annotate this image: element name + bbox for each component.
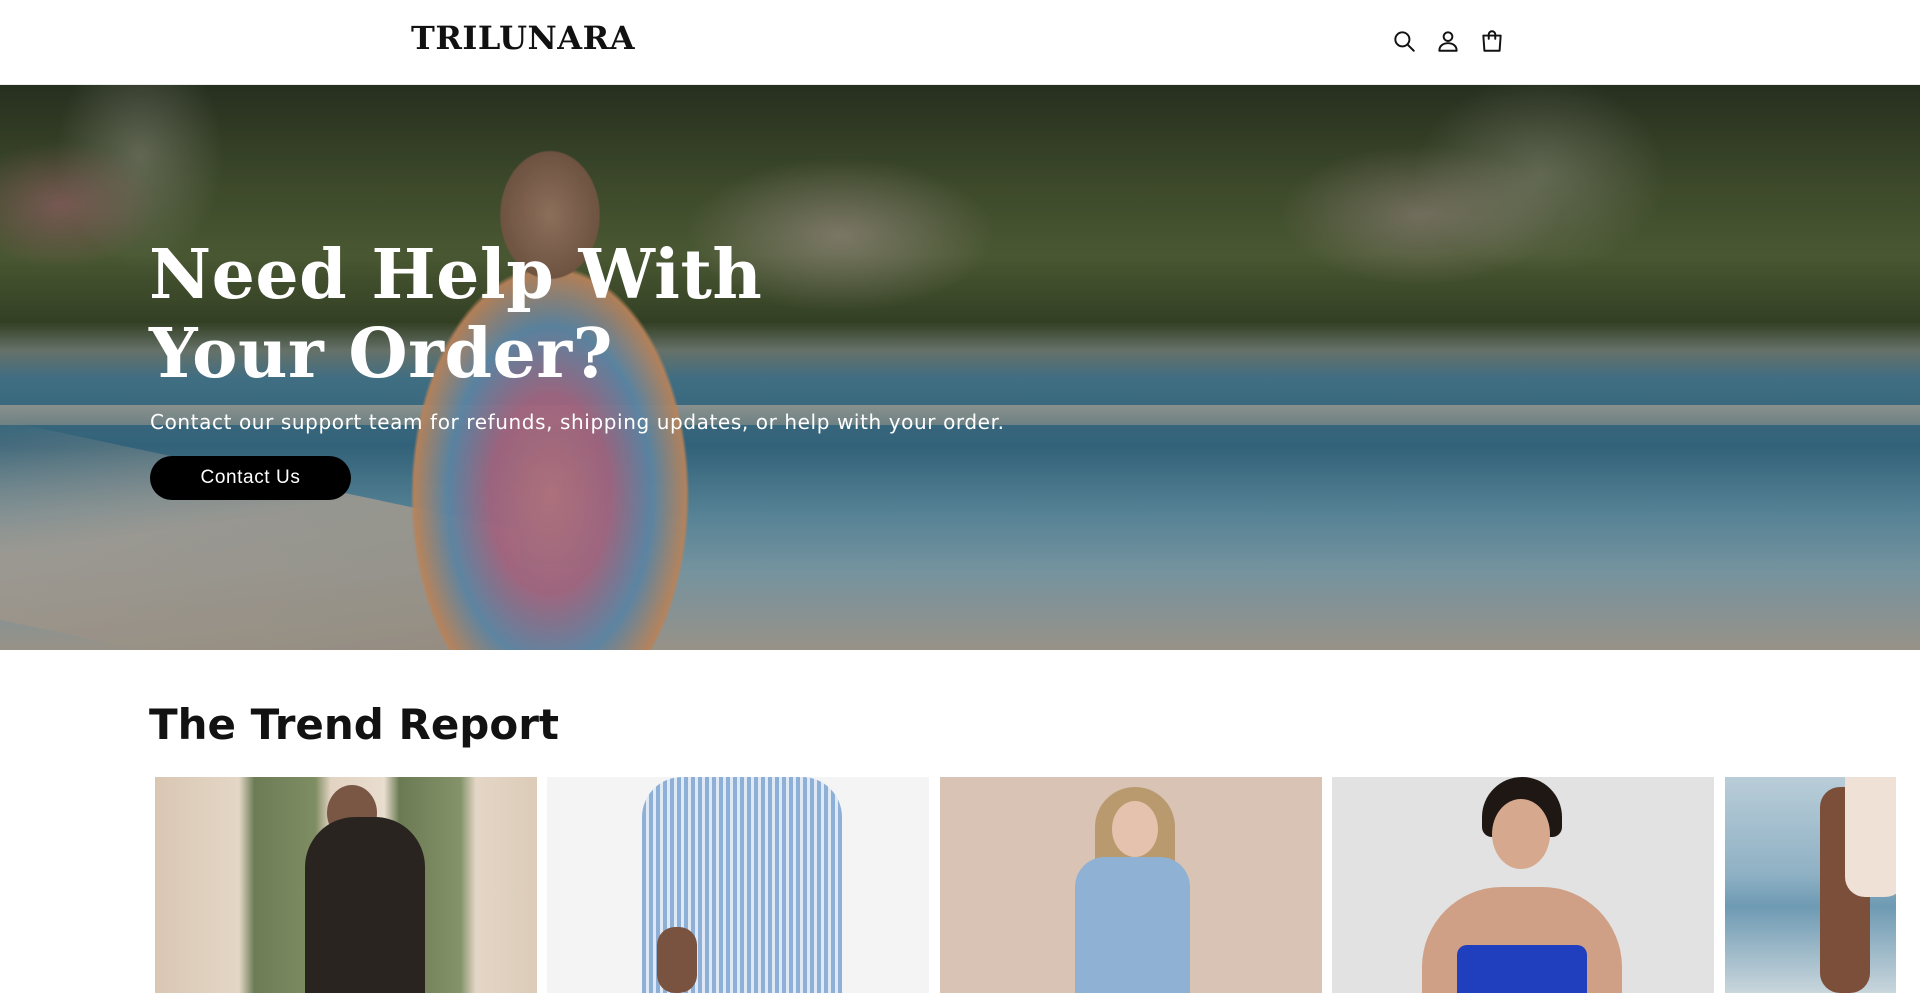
- contact-us-button[interactable]: Contact Us: [150, 456, 351, 500]
- hero-subtitle: Contact our support team for refunds, sh…: [150, 410, 1005, 434]
- account-icon[interactable]: [1435, 28, 1461, 54]
- site-logo[interactable]: TRILUNARA: [411, 19, 635, 57]
- model-arm: [657, 927, 697, 993]
- black-dress: [305, 817, 425, 993]
- model-face: [1492, 799, 1550, 869]
- denim-dress: [1075, 857, 1190, 993]
- product-card[interactable]: [155, 777, 537, 993]
- hero-title: Need Help With Your Order?: [149, 236, 762, 394]
- cart-icon[interactable]: [1479, 28, 1505, 54]
- hero-title-line2: Your Order?: [149, 314, 613, 394]
- hero-title-line1: Need Help With: [149, 235, 763, 315]
- search-icon[interactable]: [1391, 28, 1417, 54]
- model-face: [1112, 801, 1158, 857]
- hero-banner: Need Help With Your Order? Contact our s…: [0, 85, 1920, 650]
- product-card[interactable]: [547, 777, 929, 993]
- product-card[interactable]: [1725, 777, 1896, 993]
- product-card[interactable]: [940, 777, 1322, 993]
- site-header: TRILUNARA: [0, 0, 1920, 85]
- sequin-top: [1457, 945, 1587, 993]
- white-top: [1845, 777, 1896, 897]
- trend-report-title: The Trend Report: [149, 700, 560, 749]
- trend-product-carousel: [155, 777, 1896, 993]
- product-card[interactable]: [1332, 777, 1714, 993]
